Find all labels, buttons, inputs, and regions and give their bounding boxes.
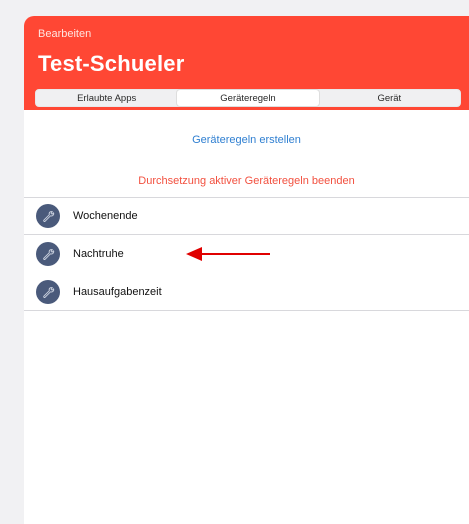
header-bar: Bearbeiten Test-Schueler Erlaubte Apps G… bbox=[24, 16, 469, 110]
create-rules-button[interactable]: Geräteregeln erstellen bbox=[24, 134, 469, 146]
left-background bbox=[0, 0, 24, 524]
segmented-control: Erlaubte Apps Geräteregeln Gerät bbox=[35, 89, 461, 107]
tab-geraeteregeln[interactable]: Geräteregeln bbox=[177, 90, 319, 106]
tab-erlaubte-apps[interactable]: Erlaubte Apps bbox=[36, 90, 177, 106]
stop-enforcement-button[interactable]: Durchsetzung aktiver Geräteregeln beende… bbox=[24, 175, 469, 187]
rule-label: Wochenende bbox=[73, 210, 138, 222]
list-item-wochenende[interactable]: Wochenende bbox=[24, 197, 469, 235]
page-title: Test-Schueler bbox=[38, 51, 185, 76]
wrench-icon bbox=[36, 204, 60, 228]
actions-section: Geräteregeln erstellen Durchsetzung akti… bbox=[24, 110, 469, 197]
rule-label: Hausaufgabenzeit bbox=[73, 286, 162, 298]
detail-panel: Bearbeiten Test-Schueler Erlaubte Apps G… bbox=[24, 16, 469, 524]
wrench-icon bbox=[36, 242, 60, 266]
tab-geraet[interactable]: Gerät bbox=[319, 90, 460, 106]
rule-label: Nachtruhe bbox=[73, 248, 124, 260]
list-item-hausaufgabenzeit[interactable]: Hausaufgabenzeit bbox=[24, 273, 469, 311]
wrench-icon bbox=[36, 280, 60, 304]
edit-button[interactable]: Bearbeiten bbox=[38, 28, 91, 40]
annotation-arrow-icon bbox=[186, 247, 270, 261]
row-divider bbox=[24, 310, 469, 311]
